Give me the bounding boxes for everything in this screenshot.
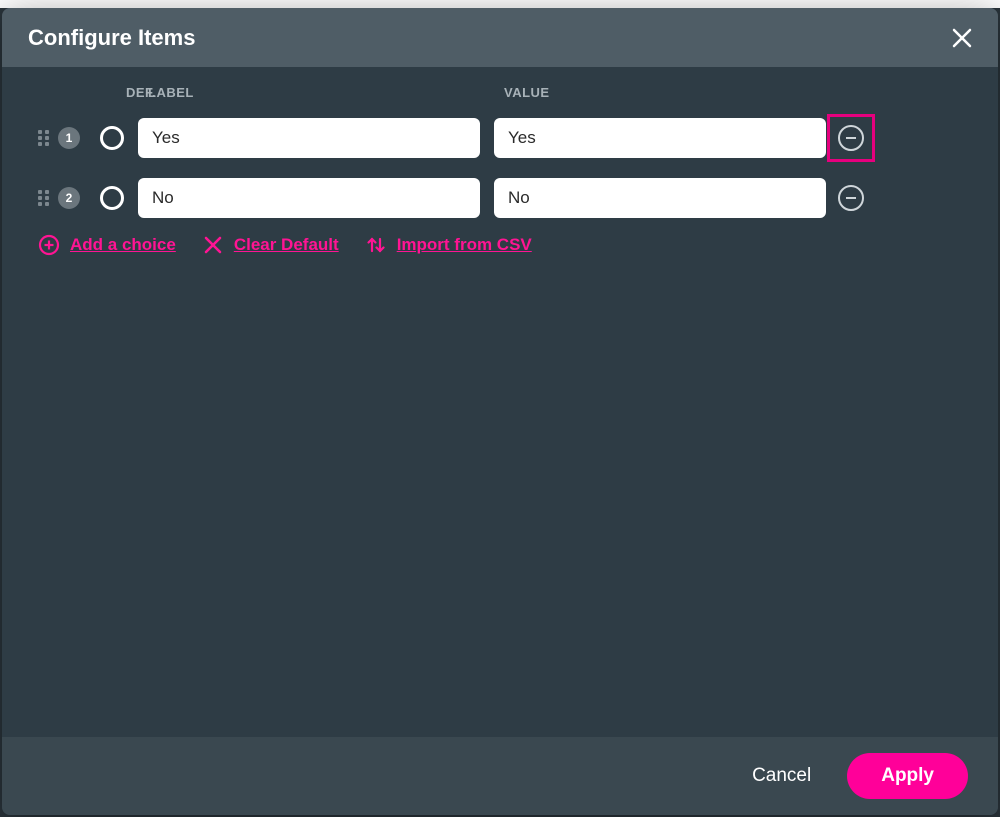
item-row: 1 <box>38 114 962 162</box>
header-value: VALUE <box>494 85 826 100</box>
drag-handle-icon[interactable] <box>38 128 52 148</box>
add-choice-label: Add a choice <box>70 235 176 255</box>
dialog-header: Configure Items <box>2 8 998 67</box>
background-toolbar <box>0 0 1000 8</box>
import-csv-label: Import from CSV <box>397 235 532 255</box>
clear-default-link[interactable]: Clear Default <box>202 234 339 256</box>
default-radio[interactable] <box>100 186 124 210</box>
remove-item-button[interactable] <box>838 125 864 151</box>
value-input[interactable] <box>494 118 826 158</box>
remove-highlight <box>827 114 875 162</box>
value-input[interactable] <box>494 178 826 218</box>
plus-circle-icon <box>38 234 60 256</box>
dialog-body: DEF. LABEL VALUE 1 <box>2 67 998 737</box>
clear-default-label: Clear Default <box>234 235 339 255</box>
close-button[interactable] <box>948 24 976 52</box>
label-input[interactable] <box>138 178 480 218</box>
apply-button[interactable]: Apply <box>847 753 968 799</box>
cancel-button[interactable]: Cancel <box>740 755 823 797</box>
label-input[interactable] <box>138 118 480 158</box>
dialog-title: Configure Items <box>28 25 195 51</box>
dialog-footer: Cancel Apply <box>2 737 998 815</box>
index-badge: 1 <box>58 127 80 149</box>
index-badge: 2 <box>58 187 80 209</box>
import-icon <box>365 234 387 256</box>
minus-icon <box>846 137 856 139</box>
header-label: LABEL <box>138 85 480 100</box>
drag-handle-icon[interactable] <box>38 188 52 208</box>
minus-icon <box>846 197 856 199</box>
row-actions: Add a choice Clear Default Import from C… <box>38 234 962 256</box>
import-csv-link[interactable]: Import from CSV <box>365 234 532 256</box>
item-row: 2 <box>38 178 962 218</box>
default-radio[interactable] <box>100 126 124 150</box>
remove-item-button[interactable] <box>838 185 864 211</box>
x-icon <box>202 234 224 256</box>
close-icon <box>951 27 973 49</box>
column-headers: DEF. LABEL VALUE <box>38 85 962 100</box>
add-choice-link[interactable]: Add a choice <box>38 234 176 256</box>
header-def: DEF. <box>96 85 138 100</box>
configure-items-dialog: Configure Items DEF. LABEL VALUE 1 <box>2 8 998 815</box>
